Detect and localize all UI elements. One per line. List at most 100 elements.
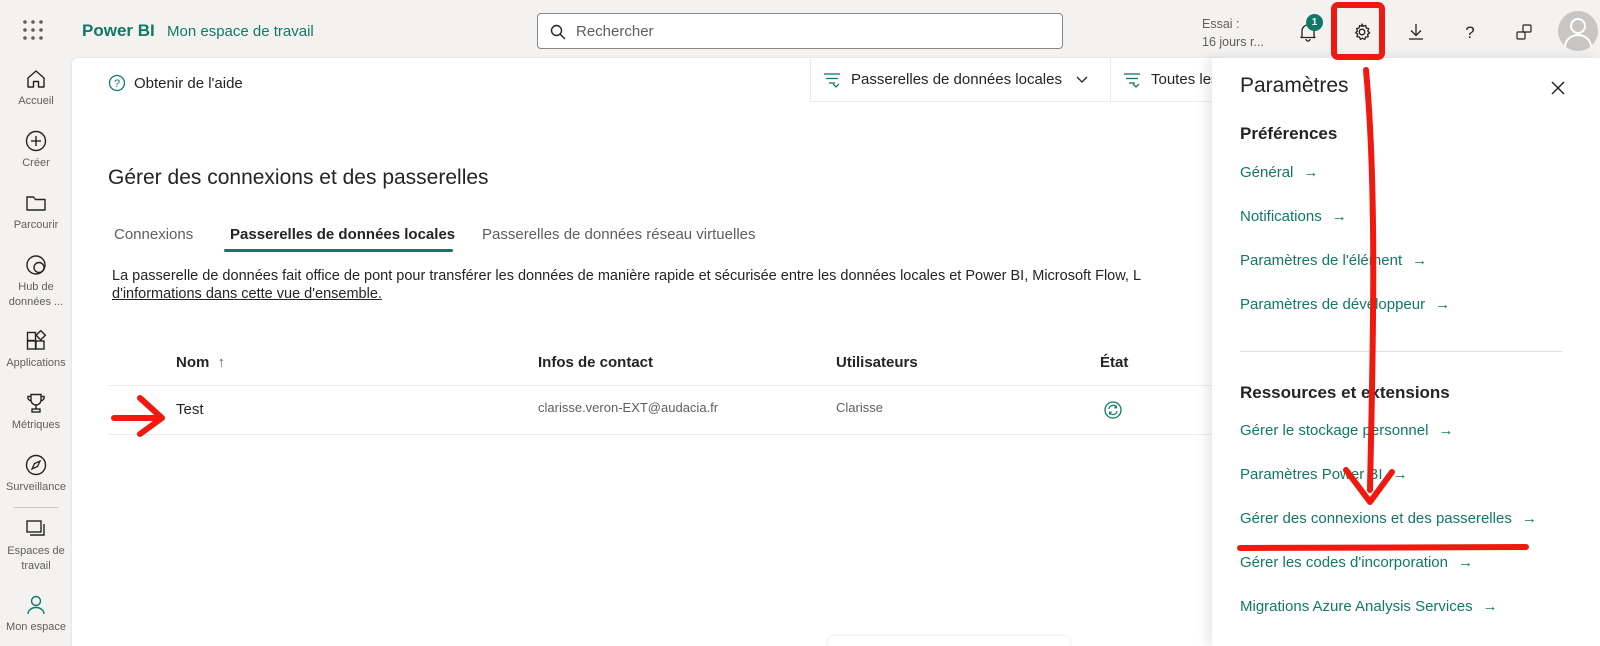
chevron-down-icon <box>1076 76 1088 83</box>
person-icon <box>1564 18 1592 48</box>
help-circle-icon: ? <box>108 74 126 92</box>
link-item-settings[interactable]: Paramètres de l'élément → <box>1240 252 1427 269</box>
home-icon <box>27 70 45 88</box>
link-label: Paramètres Power BI <box>1240 466 1383 483</box>
link-general[interactable]: Général → <box>1240 164 1318 181</box>
arrow-right-icon: → <box>1482 598 1498 615</box>
gateway-contact: clarisse.veron-EXT@audacia.fr <box>538 400 719 415</box>
sync-status-icon[interactable] <box>1104 401 1122 419</box>
link-label: Gérer des connexions et des passerelles <box>1240 510 1512 527</box>
nav-item-metrics[interactable]: Métriques <box>0 392 72 433</box>
settings-panel-title: Paramètres <box>1240 74 1349 97</box>
arrow-right-icon: → <box>1331 208 1347 225</box>
scope-filter[interactable]: Toutes les <box>1110 58 1222 102</box>
link-personal-storage[interactable]: Gérer le stockage personnel → <box>1240 422 1453 439</box>
link-notifications[interactable]: Notifications → <box>1240 208 1347 225</box>
filter-label: Passerelles de données locales <box>851 71 1062 88</box>
preferences-heading: Préférences <box>1240 124 1338 143</box>
panel-divider <box>1240 351 1562 352</box>
nav-label: Applications <box>6 357 66 369</box>
gateway-type-filter[interactable]: Passerelles de données locales <box>810 58 1110 102</box>
column-header-label: Nom <box>176 354 210 371</box>
notification-badge: 1 <box>1306 14 1323 31</box>
column-header-name[interactable]: Nom ↑ <box>176 354 225 371</box>
settings-button[interactable] <box>1346 16 1378 48</box>
trophy-icon <box>27 393 45 413</box>
link-manage-connections-gateways[interactable]: Gérer des connexions et des passerelles → <box>1240 510 1537 527</box>
search-box[interactable] <box>537 13 1063 49</box>
close-icon[interactable] <box>1548 78 1568 98</box>
nav-item-my-workspace[interactable]: Mon espace <box>0 594 72 635</box>
trial-status[interactable]: Essai : 16 jours r... <box>1202 15 1264 51</box>
link-label: Paramètres de développeur <box>1240 296 1426 313</box>
download-icon <box>1409 24 1423 40</box>
nav-item-data-hub[interactable]: Hub de données ... <box>0 254 72 310</box>
data-hub-icon <box>26 255 46 275</box>
gateway-description: La passerelle de données fait office de … <box>112 268 1142 284</box>
overview-link[interactable]: d'informations dans cette vue d'ensemble… <box>112 286 382 302</box>
nav-label: Créer <box>22 157 50 169</box>
nav-label: Espaces de travail <box>7 545 65 572</box>
link-embed-codes[interactable]: Gérer les codes d'incorporation → <box>1240 554 1473 571</box>
bottom-scroll-handle[interactable] <box>828 636 1070 646</box>
plus-circle-icon <box>25 130 47 152</box>
avatar[interactable] <box>1558 11 1598 51</box>
folder-icon <box>26 196 46 211</box>
tab-connections[interactable]: Connexions <box>114 226 193 243</box>
link-label: Notifications <box>1240 208 1322 225</box>
column-header-users[interactable]: Utilisateurs <box>836 354 918 371</box>
tab-local-gateways[interactable]: Passerelles de données locales <box>230 226 455 243</box>
filter-icon <box>1124 72 1140 88</box>
gateway-users: Clarisse <box>836 400 883 415</box>
sort-arrow-icon: ↑ <box>217 354 226 371</box>
svg-text:?: ? <box>114 78 120 90</box>
app-brand[interactable]: Power BI <box>82 21 155 41</box>
column-header-state[interactable]: État <box>1100 354 1128 371</box>
link-label: Gérer le stockage personnel <box>1240 422 1429 439</box>
arrow-right-icon: → <box>1521 510 1537 527</box>
link-azure-migrations[interactable]: Migrations Azure Analysis Services → <box>1240 598 1498 615</box>
share-feedback-button[interactable] <box>1508 16 1540 48</box>
left-nav: Accueil Créer Parcourir Hub de données .… <box>0 64 72 646</box>
arrow-right-icon: → <box>1412 252 1428 269</box>
svg-text:?: ? <box>1465 23 1474 42</box>
link-label: Paramètres de l'élément <box>1240 252 1403 269</box>
help-icon: ? <box>1465 23 1474 42</box>
search-input[interactable] <box>576 21 1046 41</box>
nav-item-monitoring[interactable]: Surveillance <box>0 454 72 495</box>
compass-icon <box>25 454 47 476</box>
workspace-breadcrumb[interactable]: Mon espace de travail <box>167 23 314 40</box>
waffle-icon[interactable] <box>22 19 44 41</box>
nav-label: Mon espace <box>6 621 66 633</box>
nav-item-home[interactable]: Accueil <box>0 68 72 109</box>
gear-icon <box>1354 23 1371 41</box>
link-label: Gérer les codes d'incorporation <box>1240 554 1448 571</box>
nav-label: Hub de données ... <box>8 281 64 308</box>
nav-item-create[interactable]: Créer <box>0 130 72 171</box>
nav-item-workspaces[interactable]: Espaces de travail <box>0 518 72 574</box>
nav-item-browse[interactable]: Parcourir <box>0 192 72 233</box>
link-label: Général <box>1240 164 1294 181</box>
gateway-name[interactable]: Test <box>176 401 204 418</box>
column-header-contact[interactable]: Infos de contact <box>538 354 653 371</box>
table-row-divider <box>108 434 1222 435</box>
main-content: ? Obtenir de l'aide Passerelles de donné… <box>72 58 1222 646</box>
top-bar: Power BI Mon espace de travail Essai : 1… <box>0 0 1600 64</box>
get-help-link[interactable]: ? Obtenir de l'aide <box>108 74 243 92</box>
download-button[interactable] <box>1400 16 1432 48</box>
link-label: Migrations Azure Analysis Services <box>1240 598 1473 615</box>
arrow-right-icon: → <box>1457 554 1473 571</box>
nav-item-apps[interactable]: Applications <box>0 330 72 371</box>
tab-vnet-gateways[interactable]: Passerelles de données réseau virtuelles <box>482 226 756 243</box>
trial-label: Essai : <box>1202 17 1240 31</box>
link-powerbi-settings[interactable]: Paramètres Power BI → <box>1240 466 1408 483</box>
nav-label: Accueil <box>18 95 54 107</box>
arrow-right-icon: → <box>1303 164 1319 181</box>
arrow-right-icon: → <box>1392 466 1408 483</box>
link-developer-settings[interactable]: Paramètres de développeur → <box>1240 296 1450 313</box>
arrow-right-icon: → <box>1435 296 1451 313</box>
help-button[interactable]: ? <box>1454 16 1486 48</box>
share-icon <box>1516 24 1532 40</box>
arrow-right-icon: → <box>1438 422 1454 439</box>
page-title: Gérer des connexions et des passerelles <box>108 166 489 189</box>
